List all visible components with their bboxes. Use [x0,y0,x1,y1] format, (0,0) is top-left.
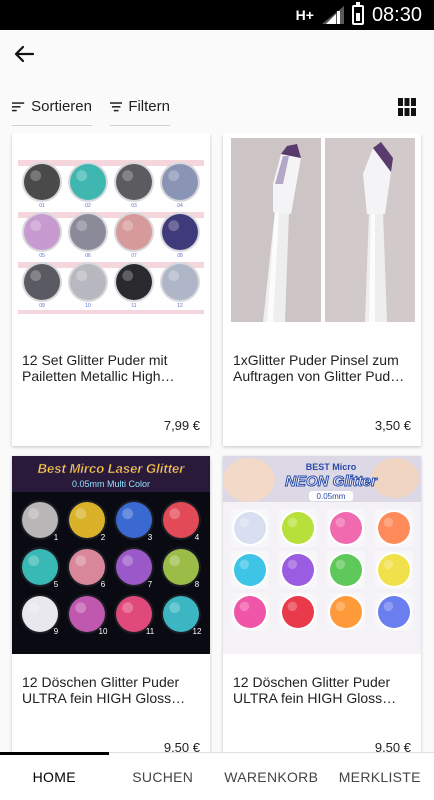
glitter-jar [114,162,154,202]
glitter-jar [327,509,365,547]
battery-icon [351,2,364,25]
arrow-left-icon [14,45,35,63]
glitter-jar [160,162,200,202]
product-price: 9,50 € [374,740,411,752]
glitter-jar [231,509,269,547]
jar-label: 07 [131,253,137,259]
jar-label: 09 [39,303,45,309]
glitter-jar [327,593,365,631]
jar-label: 01 [39,203,45,209]
glitter-jar [68,162,108,202]
glitter-jar [22,162,62,202]
glitter-jar [68,212,108,252]
jar-label: 3 [148,533,153,542]
filter-lines-icon [110,101,123,111]
app-bar [0,30,434,80]
banner-top-text: BEST Micro [306,462,357,472]
product-price: 3,50 € [374,418,411,433]
nav-cart[interactable]: WARENKORB [217,753,326,800]
product-image: 01 02 03 04 05 06 07 08 09 10 11 12 [12,134,210,332]
glitter-jar [375,551,413,589]
jar-label: 11 [146,627,155,636]
clock-time: 08:30 [371,3,422,26]
jar-label: 06 [85,253,91,259]
jar-label: 12 [177,303,183,309]
product-price: 9,50 € [163,740,200,752]
jar-label: 03 [131,203,137,209]
product-grid: 01 02 03 04 05 06 07 08 09 10 11 12 12 Set Glitter … [0,134,434,752]
banner-subtext: 0.05mm Multi Color [72,479,150,489]
jar-label: 5 [54,580,59,589]
glitter-jar [279,551,317,589]
jar-label: 4 [195,533,200,542]
glitter-jar [114,262,154,302]
jar-label: 10 [99,627,108,636]
jar-label: 02 [85,203,91,209]
jar-label: 12 [193,627,202,636]
banner-text: NEON Glitter [285,473,378,490]
signal-icon [321,6,344,24]
network-type-label: H+ [295,7,314,23]
jar-label: 08 [177,253,183,259]
product-card[interactable]: 1xGlitter Puder Pinsel zum Auftragen von… [223,134,421,446]
glitter-jar [279,509,317,547]
bottom-navigation: HOME SUCHEN WARENKORB MERKLISTE [0,752,434,800]
glitter-jar [327,551,365,589]
product-title: 12 Döschen Glitter Puder ULTRA fein HIGH… [233,674,397,706]
glitter-jar [114,212,154,252]
glitter-jar [160,212,200,252]
brush-pair-image [223,134,421,332]
status-bar: H+ 08:30 [0,0,434,30]
jar-label: 2 [101,533,106,542]
sort-filter-toolbar: Sortieren Filtern [0,88,434,126]
glitter-jar [231,551,269,589]
glitter-jar [160,262,200,302]
jar-label: 04 [177,203,183,209]
jar-label: 05 [39,253,45,259]
jar-label: 1 [54,533,59,542]
glitter-jar [68,262,108,302]
banner-subtext: 0.05mm [317,492,346,501]
product-card[interactable]: Best Mirco Laser Glitter 0.05mm Multi Co… [12,456,210,752]
sort-label: Sortieren [31,98,92,115]
jar-label: 6 [101,580,106,589]
nav-search[interactable]: SUCHEN [109,753,218,800]
glitter-jars-grid-image: 01 02 03 04 05 06 07 08 09 10 11 12 [12,134,210,332]
jar-label: 8 [195,580,200,589]
jar-label: 10 [85,303,91,309]
glitter-jar [22,212,62,252]
jar-label: 11 [131,303,136,309]
back-button[interactable] [8,38,40,70]
jar-label: 7 [148,580,153,589]
filter-label: Filtern [128,98,170,115]
product-title: 1xGlitter Puder Pinsel zum Auftragen von… [233,352,405,384]
sort-lines-icon [12,101,25,111]
banner-text: Best Mirco Laser Glitter [38,461,186,476]
nav-home[interactable]: HOME [0,752,109,800]
glitter-jar [375,509,413,547]
product-card[interactable]: BEST Micro NEON Glitter 0.05mm 12 Dösche… [223,456,421,752]
grid-view-icon[interactable] [398,98,416,116]
product-price: 7,99 € [163,418,200,433]
glitter-jar [279,593,317,631]
product-image: Best Mirco Laser Glitter 0.05mm Multi Co… [12,456,210,654]
filter-button[interactable]: Filtern [110,88,170,126]
micro-laser-glitter-image: Best Mirco Laser Glitter 0.05mm Multi Co… [12,456,210,654]
glitter-jar [231,593,269,631]
neon-glitter-image: BEST Micro NEON Glitter 0.05mm [223,456,421,654]
product-title: 12 Döschen Glitter Puder ULTRA fein HIGH… [22,674,186,706]
glitter-jar [22,262,62,302]
product-card[interactable]: 01 02 03 04 05 06 07 08 09 10 11 12 12 Set Glitter … [12,134,210,446]
product-image [223,134,421,332]
product-title: 12 Set Glitter Puder mit Pailetten Metal… [22,352,175,384]
nav-watchlist[interactable]: MERKLISTE [326,753,434,800]
product-image: BEST Micro NEON Glitter 0.05mm [223,456,421,654]
jar-label: 9 [54,627,59,636]
glitter-jar [375,593,413,631]
sort-button[interactable]: Sortieren [12,88,92,126]
